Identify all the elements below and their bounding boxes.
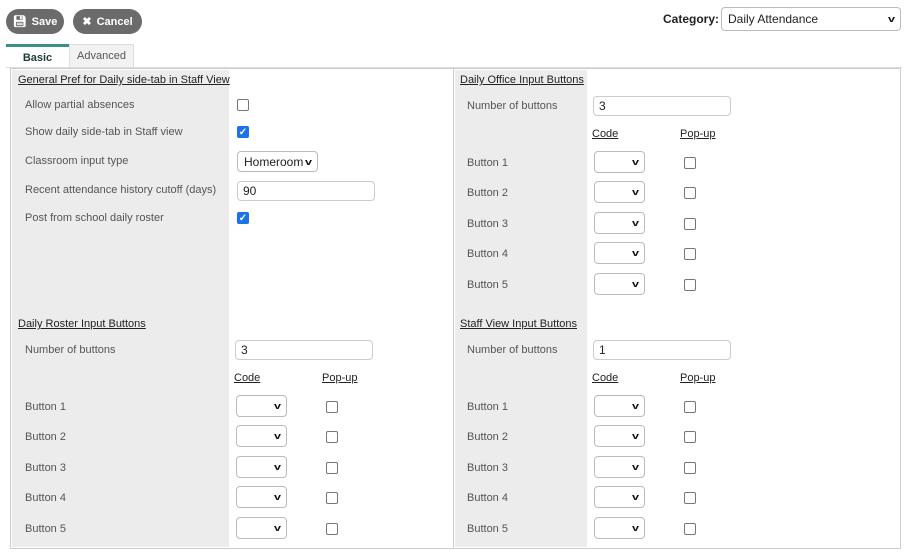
- staff-button-code-select[interactable]: v: [594, 486, 645, 509]
- roster-button-code-select[interactable]: v: [236, 455, 287, 478]
- staff-button-popup-checkbox[interactable]: [684, 431, 696, 444]
- cutoff-label: Recent attendance history cutoff (days): [25, 184, 217, 196]
- save-icon: 💾︎: [12, 16, 27, 28]
- roster-button-code-select[interactable]: v: [236, 486, 287, 509]
- staff-button-label: Button 1: [467, 401, 508, 413]
- roster-button-popup-checkbox[interactable]: [326, 522, 338, 535]
- staff-button-popup-checkbox[interactable]: [684, 461, 696, 474]
- tab-advanced[interactable]: Advanced: [69, 44, 134, 68]
- classroom-input-select[interactable]: Homeroom v: [237, 151, 318, 172]
- roster-button-code-select[interactable]: v: [236, 516, 287, 539]
- roster-popup-header: Pop-up: [322, 372, 358, 384]
- chevron-down-icon: v: [273, 461, 282, 472]
- office-button-popup-checkbox[interactable]: [684, 248, 696, 261]
- chevron-down-icon: v: [304, 156, 313, 167]
- office-button-label: Button 2: [467, 187, 508, 200]
- office-popup-header: Pop-up: [680, 128, 716, 140]
- chevron-down-icon: v: [631, 157, 640, 167]
- office-button-popup-checkbox[interactable]: [684, 187, 696, 200]
- chevron-down-icon: v: [273, 492, 282, 503]
- office-button-label: Button 3: [467, 217, 508, 230]
- staff-button-label: Button 4: [467, 492, 508, 505]
- left-label-column: [12, 70, 229, 547]
- cutoff-input[interactable]: 90: [237, 181, 375, 201]
- allow-partial-checkbox[interactable]: [237, 99, 249, 111]
- roster-button-label: Button 4: [25, 492, 66, 505]
- office-button-label: Button 4: [467, 248, 508, 261]
- category-label: Category:: [663, 12, 720, 26]
- roster-code-header: Code: [234, 372, 261, 384]
- general-heading: General Pref for Daily side-tab in Staff…: [18, 74, 230, 86]
- staff-heading: Staff View Input Buttons: [460, 318, 578, 330]
- staff-button-label: Button 3: [467, 461, 508, 474]
- roster-number-input[interactable]: 3: [235, 340, 373, 360]
- show-daily-label: Show daily side-tab in Staff view: [25, 126, 183, 138]
- chevron-down-icon: v: [273, 522, 282, 533]
- chevron-down-icon: v: [631, 248, 640, 259]
- office-code-header: Code: [592, 128, 619, 140]
- office-number-label: Number of buttons: [467, 100, 558, 112]
- classroom-input-label: Classroom input type: [25, 155, 129, 167]
- close-icon: ✖: [82, 16, 92, 28]
- staff-button-code-select[interactable]: v: [594, 516, 645, 539]
- roster-button-label: Button 2: [25, 431, 66, 444]
- roster-button-popup-checkbox[interactable]: [326, 492, 338, 505]
- office-button-label: Button 1: [467, 157, 508, 169]
- staff-button-popup-checkbox[interactable]: [684, 522, 696, 535]
- chevron-down-icon: v: [631, 492, 640, 503]
- staff-popup-header: Pop-up: [680, 372, 716, 384]
- roster-button-code-select[interactable]: v: [236, 425, 287, 448]
- office-button-code-select[interactable]: v: [594, 181, 645, 204]
- allow-partial-label: Allow partial absences: [25, 99, 135, 111]
- roster-button-popup-checkbox[interactable]: [326, 461, 338, 474]
- roster-number-label: Number of buttons: [25, 344, 116, 356]
- staff-code-header: Code: [592, 372, 619, 384]
- category-select[interactable]: Daily Attendance v: [721, 7, 901, 31]
- tab-basic[interactable]: Basic: [6, 44, 69, 68]
- roster-button-label: Button 1: [25, 401, 66, 413]
- office-button-popup-checkbox[interactable]: [684, 278, 696, 291]
- chevron-down-icon: v: [887, 14, 896, 24]
- office-button-code-select[interactable]: v: [594, 242, 645, 265]
- office-button-label: Button 5: [467, 278, 508, 291]
- chevron-down-icon: v: [273, 431, 282, 442]
- office-heading: Daily Office Input Buttons: [460, 74, 584, 86]
- staff-button-label: Button 5: [467, 522, 508, 535]
- office-button-code-select[interactable]: v: [594, 151, 645, 173]
- roster-heading: Daily Roster Input Buttons: [18, 318, 146, 330]
- chevron-down-icon: v: [273, 401, 282, 411]
- staff-button-popup-checkbox[interactable]: [684, 401, 696, 413]
- post-roster-checkbox[interactable]: ✓: [237, 212, 249, 224]
- office-button-code-select[interactable]: v: [594, 272, 645, 295]
- right-label-column: [455, 70, 587, 547]
- post-roster-label: Post from school daily roster: [25, 212, 164, 224]
- staff-button-code-select[interactable]: v: [594, 455, 645, 478]
- staff-button-popup-checkbox[interactable]: [684, 492, 696, 505]
- show-daily-checkbox[interactable]: ✓: [237, 126, 249, 138]
- staff-number-input[interactable]: 1: [593, 340, 731, 360]
- office-number-input[interactable]: 3: [593, 96, 731, 116]
- roster-button-label: Button 3: [25, 461, 66, 474]
- chevron-down-icon: v: [631, 401, 640, 411]
- roster-button-popup-checkbox[interactable]: [326, 431, 338, 444]
- staff-button-code-select[interactable]: v: [594, 425, 645, 448]
- chevron-down-icon: v: [631, 217, 640, 228]
- staff-number-label: Number of buttons: [467, 344, 558, 356]
- chevron-down-icon: v: [631, 431, 640, 442]
- chevron-down-icon: v: [631, 278, 640, 289]
- staff-button-label: Button 2: [467, 431, 508, 444]
- staff-button-code-select[interactable]: v: [594, 395, 645, 417]
- roster-button-popup-checkbox[interactable]: [326, 401, 338, 413]
- chevron-down-icon: v: [631, 461, 640, 472]
- office-button-popup-checkbox[interactable]: [684, 157, 696, 169]
- roster-button-label: Button 5: [25, 522, 66, 535]
- office-button-popup-checkbox[interactable]: [684, 217, 696, 230]
- chevron-down-icon: v: [631, 187, 640, 198]
- office-button-code-select[interactable]: v: [594, 211, 645, 234]
- roster-button-code-select[interactable]: v: [236, 395, 287, 417]
- cancel-button[interactable]: ✖ Cancel: [73, 9, 142, 34]
- chevron-down-icon: v: [631, 522, 640, 533]
- save-button[interactable]: 💾︎ Save: [6, 9, 64, 34]
